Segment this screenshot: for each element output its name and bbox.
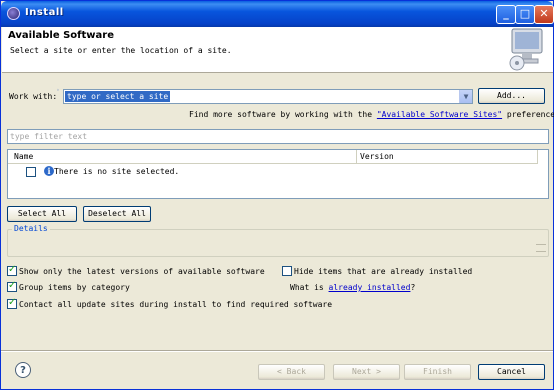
available-sites-hint: Find more software by working with the "… <box>189 110 554 119</box>
add-site-button[interactable]: Add... <box>478 88 545 104</box>
hint-suffix: preferences. <box>506 110 554 119</box>
title-bar[interactable]: Install _ □ ✕ <box>1 1 554 27</box>
table-row-name: There is no site selected. <box>54 167 180 176</box>
install-dialog: Install _ □ ✕ Available Software Select … <box>0 0 554 390</box>
already-installed-hint: What is already installed? <box>290 283 415 292</box>
contact-sites-label[interactable]: Contact all update sites during install … <box>19 300 332 309</box>
details-legend: Details <box>12 224 50 233</box>
select-all-button[interactable]: Select All <box>7 206 77 222</box>
group-by-category-checkbox[interactable] <box>7 280 17 292</box>
what-is-prefix: What is <box>290 283 324 292</box>
help-icon[interactable]: ? <box>15 362 31 378</box>
details-resize-grip[interactable] <box>536 244 546 252</box>
hide-installed-checkbox[interactable] <box>282 266 292 276</box>
banner-title: Available Software <box>8 30 115 41</box>
install-monitor-icon <box>509 28 543 71</box>
work-with-label: Work with: <box>9 92 58 101</box>
finish-button[interactable]: Finish <box>404 364 471 380</box>
window-title: Install <box>25 7 64 18</box>
already-installed-link[interactable]: already installed <box>329 283 411 292</box>
software-table: Name Version i There is no site selected… <box>7 149 549 199</box>
latest-versions-label[interactable]: Show only the latest versions of availab… <box>19 267 265 276</box>
deselect-all-button[interactable]: Deselect All <box>83 206 151 222</box>
wizard-banner: Available Software Select a site or ente… <box>2 27 553 73</box>
work-with-combo[interactable]: type or select a site ▼ <box>63 89 473 104</box>
what-is-suffix: ? <box>410 283 416 292</box>
eclipse-app-icon <box>7 7 20 20</box>
row-checkbox[interactable] <box>26 167 36 177</box>
maximize-button[interactable]: □ <box>515 5 535 24</box>
contact-sites-checkbox[interactable] <box>7 297 17 309</box>
column-header-version[interactable]: Version <box>357 150 538 164</box>
footer-separator <box>1 350 553 352</box>
hint-prefix: Find more software by working with the <box>189 110 373 119</box>
filter-input[interactable]: type filter text <box>7 129 549 144</box>
hide-installed-label[interactable]: Hide items that are already installed <box>294 267 472 276</box>
details-group: Details <box>7 224 549 257</box>
available-software-sites-link[interactable]: "Available Software Sites" <box>377 110 502 119</box>
next-button[interactable]: Next > <box>333 364 400 380</box>
group-by-category-label[interactable]: Group items by category <box>19 283 130 292</box>
column-header-name[interactable]: Name <box>8 150 357 164</box>
work-with-value[interactable]: type or select a site <box>65 91 171 102</box>
cancel-button[interactable]: Cancel <box>478 364 545 380</box>
banner-description: Select a site or enter the location of a… <box>10 46 232 55</box>
latest-versions-checkbox[interactable] <box>7 264 17 276</box>
minimize-button[interactable]: _ <box>496 5 516 24</box>
close-button[interactable]: ✕ <box>534 5 554 24</box>
content-assist-icon: ◦ <box>56 87 60 94</box>
back-button[interactable]: < Back <box>258 364 325 380</box>
info-icon: i <box>44 166 54 176</box>
chevron-down-icon[interactable]: ▼ <box>459 90 472 103</box>
